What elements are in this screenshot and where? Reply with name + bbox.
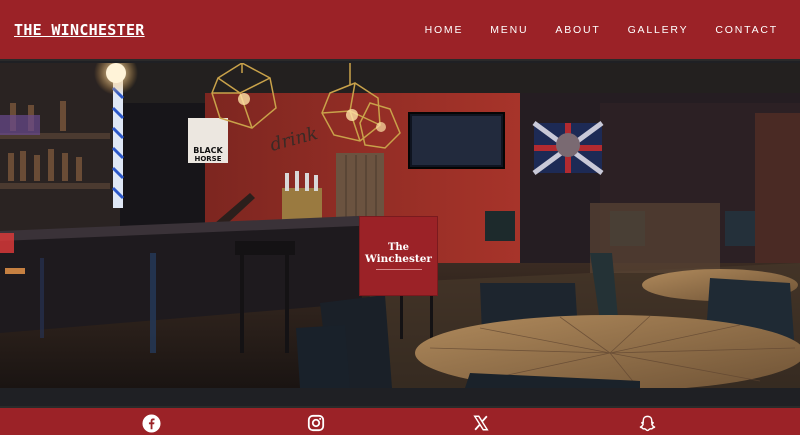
nav-menu: HOME MENU ABOUT GALLERY CONTACT: [398, 24, 778, 36]
nav-menu-link[interactable]: MENU: [490, 24, 528, 36]
nav-contact[interactable]: CONTACT: [715, 24, 778, 36]
logo-line1: The: [387, 242, 410, 253]
logo-badge: The Winchester: [359, 216, 438, 296]
navbar: THE WINCHESTER HOME MENU ABOUT GALLERY C…: [0, 0, 800, 61]
x-icon[interactable]: [471, 413, 491, 433]
nav-about[interactable]: ABOUT: [555, 24, 600, 36]
svg-text:HORSE: HORSE: [194, 155, 221, 163]
brand-link[interactable]: THE WINCHESTER: [14, 21, 145, 39]
facebook-icon[interactable]: [141, 413, 161, 433]
divider-strip: [0, 388, 800, 406]
logo-line2: Winchester: [365, 253, 432, 265]
poster-text: BLACK: [193, 146, 223, 155]
snapchat-icon[interactable]: [637, 413, 657, 433]
nav-home[interactable]: HOME: [425, 24, 464, 36]
footer: [0, 406, 800, 435]
hero-image: BLACK HORSE drink The Winchester: [0, 63, 800, 388]
instagram-icon[interactable]: [306, 413, 326, 433]
nav-gallery[interactable]: GALLERY: [628, 24, 689, 36]
logo-underline: [375, 269, 422, 270]
